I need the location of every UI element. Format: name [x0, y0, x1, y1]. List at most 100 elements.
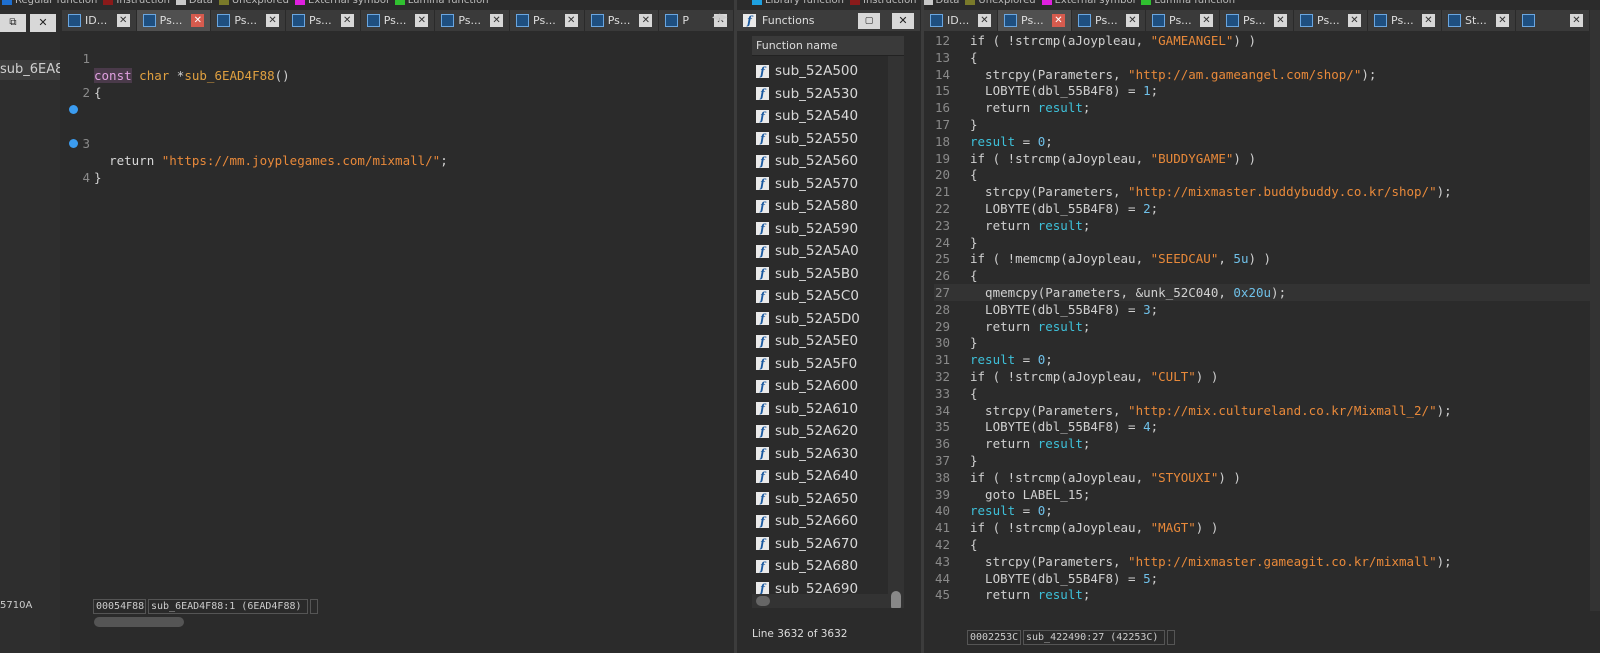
tab-close-icon[interactable]: ✕	[490, 14, 504, 27]
tab-close-icon[interactable]: ✕	[266, 14, 280, 27]
function-list-item[interactable]: f sub_52A560	[752, 150, 888, 173]
function-list-item[interactable]: f sub_52A570	[752, 173, 888, 196]
close-icon[interactable]: ✕	[892, 12, 914, 29]
function-list-item[interactable]: f sub_52A580	[752, 195, 888, 218]
function-list-item[interactable]: f sub_52A660	[752, 510, 888, 533]
tab-close-icon[interactable]: ✕	[639, 14, 653, 27]
editor-tab[interactable]: Ps... ✕	[1072, 10, 1146, 31]
result-variable[interactable]: result	[1038, 319, 1083, 334]
scroll-thumb[interactable]	[891, 591, 901, 608]
result-variable[interactable]: result	[1038, 100, 1083, 115]
function-list-item[interactable]: f sub_52A5B0	[752, 263, 888, 286]
tab-close-icon[interactable]: ✕	[1422, 14, 1435, 27]
function-item-name: sub_52A5B0	[775, 265, 859, 282]
editor-tab[interactable]: Ps... ✕	[435, 10, 511, 31]
view-icon	[292, 14, 306, 27]
function-list-item[interactable]: f sub_52A5F0	[752, 353, 888, 376]
tab-close-icon[interactable]: ✕	[191, 14, 205, 27]
tab-close-icon[interactable]: ✕	[978, 14, 991, 27]
function-list-item[interactable]: f sub_52A670	[752, 533, 888, 556]
legend-label: Instruction	[116, 0, 170, 5]
column-header[interactable]: Function name	[752, 36, 904, 56]
function-list-item[interactable]: f sub_52A500	[752, 60, 888, 83]
tab-close-icon[interactable]: ✕	[116, 14, 130, 27]
code-line: 19 if ( !strcmp(aJoypleau, "BUDDYGAME") )	[934, 150, 1600, 167]
tab-close-icon[interactable]: ✕	[1200, 14, 1213, 27]
function-list-item[interactable]: f sub_52A5D0	[752, 308, 888, 331]
close-button[interactable]: ✕	[30, 14, 56, 32]
function-list-item[interactable]: f sub_52A5A0	[752, 240, 888, 263]
function-list-item[interactable]: f sub_52A630	[752, 443, 888, 466]
function-list-item[interactable]: f sub_52A600	[752, 375, 888, 398]
code-line: 29 return result;	[934, 318, 1600, 335]
editor-tab[interactable]: Ps... ✕	[286, 10, 361, 31]
editor-tab[interactable]: ID... ✕	[62, 10, 137, 31]
breakpoint-dot[interactable]	[69, 139, 78, 148]
restore-icon[interactable]: ▢	[858, 12, 880, 29]
editor-tab[interactable]: Ps... ✕	[584, 10, 660, 31]
line-number: 36	[934, 436, 950, 452]
code-line: 33 {	[934, 385, 1600, 402]
legend-swatch	[922, 0, 933, 5]
function-item-name: sub_52A5E0	[775, 333, 859, 350]
breakpoint-dot[interactable]	[69, 105, 78, 114]
function-list-item[interactable]: f sub_52A590	[752, 218, 888, 241]
right-pseudocode-view[interactable]: 12 if ( !strcmp(aJoypleau, "GAMEANGEL") )…	[934, 31, 1600, 611]
right-vscrollbar[interactable]	[1590, 31, 1600, 611]
editor-tab[interactable]: Ps... ✕	[1220, 10, 1294, 31]
legend-label: Data	[189, 0, 213, 5]
function-list-item[interactable]: f sub_52A5C0	[752, 285, 888, 308]
editor-tab[interactable]: ID... ✕	[924, 10, 998, 31]
restore-button[interactable]: ⧉	[0, 14, 26, 32]
functions-list-panel[interactable]: Function name f sub_52A500 f sub_52A530 f sub…	[752, 36, 904, 608]
editor-tab[interactable]: Ps... ✕	[136, 10, 212, 31]
function-list-item[interactable]: f sub_52A640	[752, 465, 888, 488]
right-status-address: 0002253C	[967, 630, 1021, 645]
result-variable[interactable]: result	[1038, 436, 1083, 451]
tab-close-icon[interactable]: ✕	[1570, 14, 1583, 27]
function-list-item[interactable]: f sub_52A5E0	[752, 330, 888, 353]
function-list-item[interactable]: f sub_52A550	[752, 128, 888, 151]
function-list-item[interactable]: f sub_52A530	[752, 83, 888, 106]
tab-scroll-arrows[interactable]: ◀▶	[712, 12, 732, 30]
left-hscrollbar[interactable]	[62, 616, 734, 628]
tab-close-icon[interactable]: ✕	[1348, 14, 1361, 27]
editor-tab[interactable]: Ps... ✕	[1146, 10, 1220, 31]
editor-tab[interactable]: St... ✕	[1442, 10, 1516, 31]
left-pseudocode-view[interactable]: 1 const char *sub_6EAD4F88() 2{ 3 return…	[62, 31, 734, 608]
editor-tab[interactable]: Ps... ✕	[211, 10, 287, 31]
function-list-item[interactable]: f sub_52A540	[752, 105, 888, 128]
code-line: 45 return result;	[934, 586, 1600, 603]
tab-close-icon[interactable]: ✕	[1274, 14, 1287, 27]
tab-functions[interactable]: f Functions ▢ ✕	[737, 10, 921, 31]
tab-close-icon[interactable]: ✕	[1052, 14, 1065, 27]
editor-tab[interactable]: ✕	[1516, 10, 1590, 31]
pane-divider[interactable]	[921, 0, 924, 653]
result-variable[interactable]: result	[970, 503, 1015, 518]
scroll-thumb[interactable]	[94, 617, 184, 627]
result-variable[interactable]: result	[1038, 218, 1083, 233]
editor-tab[interactable]: Ps... ✕	[1368, 10, 1442, 31]
sidebar-selected-item[interactable]: sub_6EA87	[0, 60, 60, 80]
function-list-item[interactable]: f sub_52A680	[752, 555, 888, 578]
editor-tab[interactable]: Ps... ✕	[360, 10, 436, 31]
result-variable[interactable]: result	[970, 352, 1015, 367]
result-variable[interactable]: result	[970, 134, 1015, 149]
pane-divider[interactable]	[734, 0, 737, 653]
editor-tab[interactable]: Ps... ✕	[998, 10, 1072, 31]
tab-close-icon[interactable]: ✕	[564, 14, 578, 27]
functions-hscrollbar[interactable]	[752, 594, 888, 608]
tab-close-icon[interactable]: ✕	[1126, 14, 1139, 27]
functions-vscrollbar[interactable]	[888, 56, 904, 608]
tab-close-icon[interactable]: ✕	[1496, 14, 1509, 27]
function-list-item[interactable]: f sub_52A650	[752, 488, 888, 511]
function-list-item[interactable]: f sub_52A610	[752, 398, 888, 421]
tab-label: Ps...	[1317, 14, 1340, 27]
editor-tab[interactable]: Ps... ✕	[1294, 10, 1368, 31]
result-variable[interactable]: result	[1038, 587, 1083, 602]
tab-close-icon[interactable]: ✕	[340, 14, 354, 27]
tab-close-icon[interactable]: ✕	[415, 14, 429, 27]
editor-tab[interactable]: Ps... ✕	[510, 10, 585, 31]
function-list-item[interactable]: f sub_52A620	[752, 420, 888, 443]
legend-item: Data	[922, 0, 959, 5]
